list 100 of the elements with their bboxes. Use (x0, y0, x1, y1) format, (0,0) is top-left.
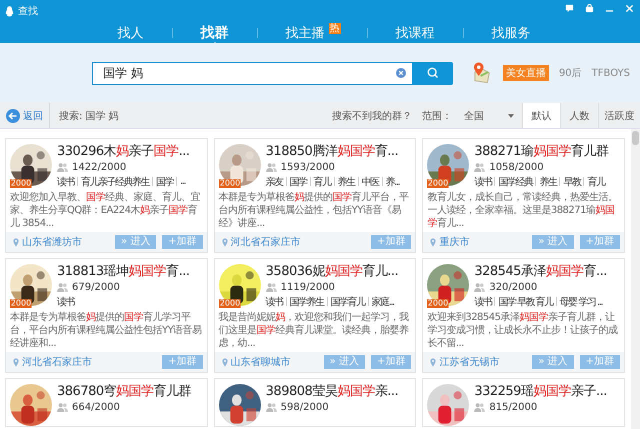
lock-icon[interactable] (585, 4, 594, 13)
group-title[interactable]: 330296木妈亲子国学... (57, 143, 205, 160)
location-link[interactable]: 山东省潍坊市 (22, 235, 82, 249)
group-tag: 母婴 学习 ... (560, 294, 602, 308)
member-count: 1058/2000 (489, 162, 544, 172)
close-icon[interactable] (625, 4, 634, 13)
group-tag: 早教 (563, 174, 580, 188)
clear-icon[interactable] (396, 68, 406, 78)
group-card[interactable]: 2000 330296木妈亲子国学... 1422/2000 读书 育儿亲子经典养生 国学 ... 欢迎您加入早教、国学经典、家庭、育儿、宜家、养生分享QQ群：EA224木妈亲子国学育儿 3854... 山东省潍坊市 » 进入 +加群 (5, 138, 208, 253)
sort-tab[interactable]: 默认 (522, 103, 560, 128)
member-count: 1593/2000 (280, 162, 335, 172)
sort-tab[interactable]: 活跃度 (598, 103, 640, 128)
join-group-button[interactable]: +加群 (162, 235, 203, 249)
hot-search-link[interactable]: 90后 (558, 66, 582, 80)
location-link[interactable]: 河北省石家庄市 (230, 235, 301, 249)
group-card[interactable]: 389808莹昊妈国学亲... 598/2000 (214, 378, 416, 427)
group-tag: 中医 (362, 174, 379, 188)
nav-tab[interactable]: 找课程 (394, 24, 436, 42)
members-icon (57, 402, 68, 412)
window-title: 查找 (18, 4, 38, 18)
member-count: 598/2000 (280, 402, 329, 412)
back-button[interactable]: 返回 (0, 103, 50, 128)
feedback-icon[interactable] (565, 4, 574, 13)
members-icon (266, 402, 277, 412)
group-tag: 国学 早教 育儿 (498, 294, 553, 308)
location-link[interactable]: 重庆市 (439, 235, 470, 249)
join-group-button[interactable]: +加群 (370, 355, 412, 369)
location-pin-icon (13, 358, 19, 366)
group-title[interactable]: 358036妮妈国学育儿... (266, 263, 414, 280)
nav-tab[interactable]: 找主播 (284, 24, 326, 42)
group-tag: 国学 (290, 174, 307, 188)
level-badge: 2000 (427, 299, 450, 308)
group-tag: 国学养生 (290, 294, 324, 308)
group-tag: 国学育儿 (330, 294, 365, 308)
group-tag: 国学 (156, 174, 173, 188)
join-group-button[interactable]: +加群 (580, 235, 620, 249)
location-link[interactable]: 河北省石家庄市 (22, 355, 92, 369)
level-badge: 2000 (218, 299, 241, 308)
back-arrow-icon (6, 108, 20, 122)
group-card[interactable]: 332259瑶妈国学亲子... 815/2000 (422, 378, 625, 427)
nav-tab[interactable]: 找人 (116, 24, 146, 42)
group-tag: 育儿亲子经典养生 (81, 174, 149, 188)
group-title[interactable]: 388271瑜妈国学育儿群 (474, 143, 622, 160)
hot-search-link[interactable]: TFBOYS (592, 68, 630, 78)
group-card[interactable]: 2000 358036妮妈国学育儿... 1119/2000 读书 国学养生 国学育儿 家庭... 我是昔尚妮妮妈，欢迎您和我们一起学习，我们这里是国学经典育儿课堂。读经典，胎婴养虑，幼... 山东省聊城市 » 进入 +加群 (214, 258, 416, 373)
location-link[interactable]: 江苏省无锡市 (439, 355, 500, 369)
group-card[interactable]: 2000 318813瑶坤妈国学育... 679/2000 读书 本群是专为草根爸妈提供的国学育儿学习平台，平台内所有课程纯属公益性包括YY语音易经讲座和... 河北省石家庄市 +加群 (5, 258, 208, 373)
search-icon (426, 67, 439, 79)
group-tag: 育儿 (587, 174, 604, 188)
member-count: 1422/2000 (72, 162, 126, 172)
group-tag: 养生 (539, 174, 556, 188)
members-icon (266, 282, 277, 292)
scope-label: 范围： (422, 110, 452, 122)
group-title[interactable]: 318813瑶坤妈国学育... (57, 263, 205, 280)
location-pin-icon (222, 238, 228, 246)
group-title[interactable]: 389808莹昊妈国学亲... (266, 383, 414, 400)
nav-tab[interactable]: 找服务 (490, 24, 532, 42)
enter-button[interactable]: » 进入 (532, 235, 574, 249)
group-card[interactable]: 2000 328545承泽妈国学育... 320/2000 读书 国学 早教 育儿 母婴 学习 ... 欢迎来到328545承泽妈国学亲子育儿群，让学习变成习惯，让成长永不止步！让孩子的成长不留... 江苏省无锡市 » 进入 +加群 (422, 258, 625, 373)
search-summary: 搜索: 国学 妈 (59, 110, 119, 122)
not-found-link[interactable]: 搜索不到我的群？ (332, 108, 412, 122)
level-badge: 2000 (427, 179, 450, 188)
search-field[interactable]: 国学 妈 (92, 62, 412, 84)
enter-button[interactable]: » 进入 (114, 235, 156, 249)
nav-tab[interactable]: 找群 (198, 24, 230, 42)
group-tag: 育儿 (314, 174, 331, 188)
location-link[interactable]: 山东省聊城市 (230, 355, 291, 369)
scrollbar[interactable] (631, 129, 640, 429)
hot-badge: 热 (328, 23, 340, 34)
members-icon (57, 162, 68, 172)
scope-dropdown[interactable]: 全国 (462, 108, 514, 122)
group-title[interactable]: 328545承泽妈国学育... (474, 263, 622, 280)
member-count: 1119/2000 (280, 282, 335, 292)
group-card[interactable]: 2000 388271瑜妈国学育儿群 1058/2000 读书 国学经典 养生 早教 育儿 教育儿女，成长自己，常读经典，热爱生活。一人读经，全家幸福。这里是388271瑜妈国学育儿... 重庆市 » 进入 +加群 (422, 138, 625, 253)
join-group-button[interactable]: +加群 (580, 355, 620, 369)
level-badge: 2000 (10, 299, 32, 308)
group-title[interactable]: 332259瑶妈国学亲子... (474, 383, 622, 400)
member-count: 320/2000 (489, 282, 538, 292)
group-tag: 读书 (474, 294, 492, 308)
member-count: 815/2000 (489, 402, 538, 412)
group-tag: 亲友 (266, 174, 283, 188)
group-tag: 家庭... (372, 294, 394, 308)
join-group-button[interactable]: +加群 (370, 235, 412, 249)
search-button[interactable] (412, 62, 453, 84)
hot-search-link[interactable]: 美女直播 (502, 65, 549, 81)
join-group-button[interactable]: +加群 (162, 355, 203, 369)
penguin-icon (5, 6, 14, 16)
group-title[interactable]: 318850腾洋妈国学育... (266, 143, 414, 160)
group-tag: 养生 (338, 174, 355, 188)
location-pin-icon (430, 238, 436, 246)
group-card[interactable]: 386780穹妈国学育儿群 664/2000 (5, 378, 208, 427)
enter-button[interactable]: » 进入 (532, 355, 574, 369)
group-title[interactable]: 386780穹妈国学育儿群 (57, 383, 205, 400)
group-card[interactable]: 2000 318850腾洋妈国学育... 1593/2000 亲友 国学 育儿 养生 中医 养... 本群是专为草根爸妈提供的国学育儿平台，平台内所有课程纯属公益性，包括YY语音《易经》讲座... 河北省石家庄市 +加群 (214, 138, 416, 253)
member-count: 664/2000 (72, 402, 120, 412)
map-pin-icon[interactable] (472, 62, 491, 84)
sort-tab[interactable]: 人数 (560, 103, 598, 128)
enter-button[interactable]: » 进入 (324, 355, 365, 369)
members-icon (474, 402, 486, 412)
group-description: 本群是专为草根爸妈提供的国学育儿平台，平台内所有课程纯属公益性，包括YY语音《易经》讲座... (218, 190, 410, 231)
